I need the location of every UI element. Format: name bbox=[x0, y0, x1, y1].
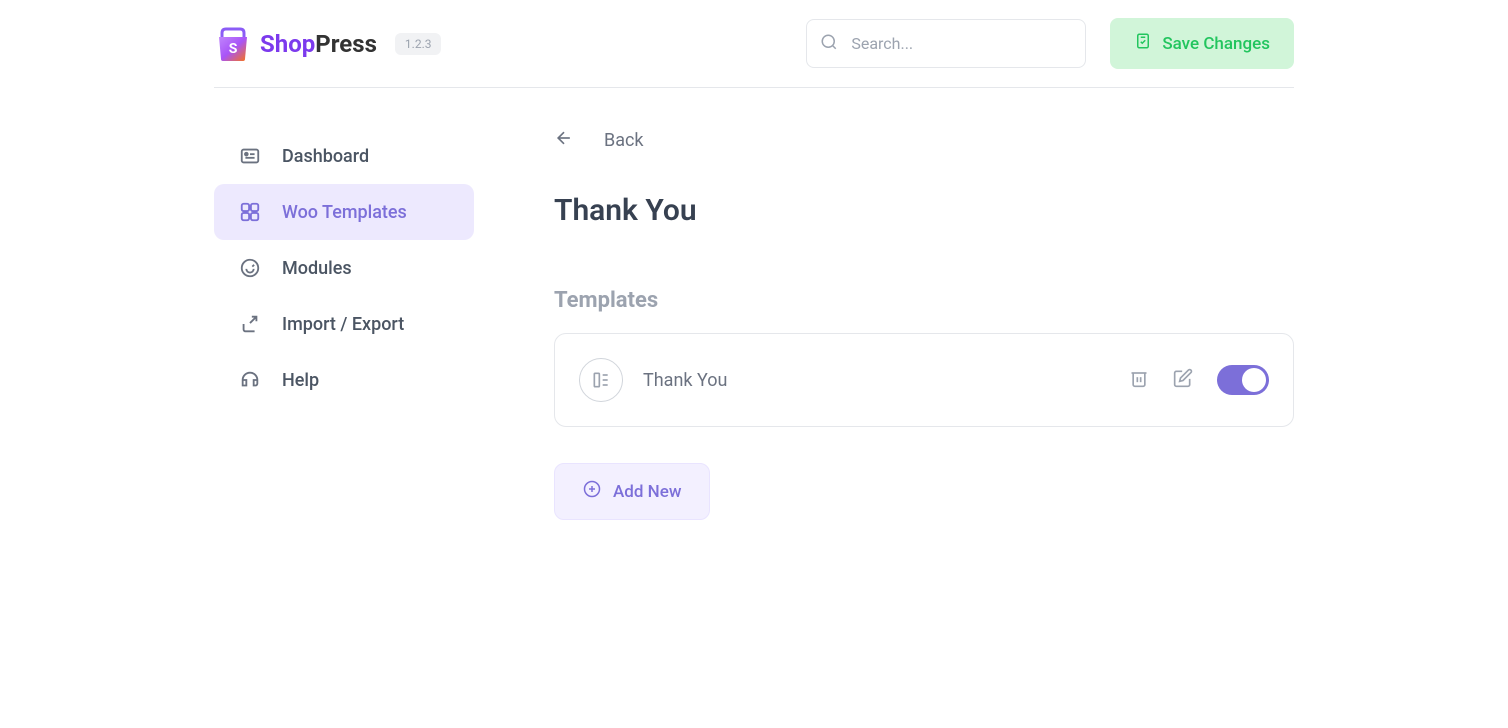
templates-icon bbox=[238, 200, 262, 224]
logo-icon: S bbox=[214, 25, 252, 63]
search-input[interactable] bbox=[806, 19, 1086, 68]
template-toggle[interactable] bbox=[1217, 365, 1269, 395]
plus-circle-icon bbox=[583, 480, 601, 503]
sidebar-item-modules[interactable]: Modules bbox=[214, 240, 474, 296]
save-label: Save Changes bbox=[1162, 34, 1270, 54]
delete-icon[interactable] bbox=[1129, 368, 1149, 392]
sidebar-item-dashboard[interactable]: Dashboard bbox=[214, 128, 474, 184]
add-new-label: Add New bbox=[613, 482, 681, 502]
page-title: Thank You bbox=[554, 193, 1294, 228]
sidebar-item-label: Modules bbox=[282, 258, 352, 279]
svg-text:S: S bbox=[229, 41, 238, 57]
add-new-button[interactable]: Add New bbox=[554, 463, 710, 520]
modules-icon bbox=[238, 256, 262, 280]
sidebar-item-label: Help bbox=[282, 370, 319, 391]
content: Back Thank You Templates Thank You bbox=[514, 128, 1294, 520]
sidebar: Dashboard Woo Templates bbox=[214, 128, 514, 520]
logo-section: S ShopPress 1.2.3 bbox=[214, 25, 441, 63]
sidebar-item-label: Dashboard bbox=[282, 146, 369, 167]
save-changes-button[interactable]: Save Changes bbox=[1110, 18, 1294, 69]
template-name: Thank You bbox=[643, 370, 1109, 391]
template-type-icon bbox=[579, 358, 623, 402]
search-box bbox=[806, 19, 1086, 68]
sidebar-item-woo-templates[interactable]: Woo Templates bbox=[214, 184, 474, 240]
logo-text: ShopPress bbox=[260, 30, 377, 58]
help-icon bbox=[238, 368, 262, 392]
sidebar-item-import-export[interactable]: Import / Export bbox=[214, 296, 474, 352]
dashboard-icon bbox=[238, 144, 262, 168]
logo[interactable]: S ShopPress bbox=[214, 25, 377, 63]
template-card: Thank You bbox=[554, 333, 1294, 427]
save-icon bbox=[1134, 32, 1152, 55]
sidebar-item-label: Import / Export bbox=[282, 314, 404, 335]
header: S ShopPress 1.2.3 bbox=[214, 0, 1294, 88]
search-icon bbox=[820, 33, 838, 55]
back-button[interactable]: Back bbox=[554, 128, 1294, 153]
main: Dashboard Woo Templates bbox=[214, 88, 1294, 520]
sidebar-item-help[interactable]: Help bbox=[214, 352, 474, 408]
sidebar-item-label: Woo Templates bbox=[282, 202, 407, 223]
arrow-left-icon bbox=[554, 128, 574, 153]
header-right: Save Changes bbox=[806, 18, 1294, 69]
version-badge: 1.2.3 bbox=[395, 33, 442, 55]
edit-icon[interactable] bbox=[1173, 368, 1193, 392]
import-export-icon bbox=[238, 312, 262, 336]
section-title: Templates bbox=[554, 288, 1294, 313]
template-actions bbox=[1129, 365, 1269, 395]
back-label: Back bbox=[604, 130, 644, 151]
